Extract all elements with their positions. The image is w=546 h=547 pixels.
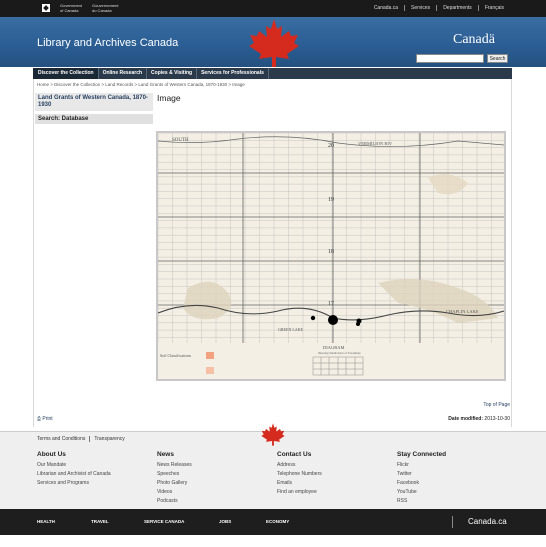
- bottom-link-service-canada[interactable]: SERVICE CANADA: [144, 519, 184, 524]
- breadcrumb[interactable]: Home > Discover the Collection > Land Re…: [37, 82, 245, 87]
- link-canada-ca[interactable]: Canada.ca: [368, 5, 404, 11]
- sidebar-search-database[interactable]: Search: Database: [35, 114, 153, 124]
- sidebar-section-title[interactable]: Land Grants of Western Canada, 1870-1930: [35, 93, 153, 111]
- government-of-canada-en[interactable]: Government of Canada: [60, 3, 82, 13]
- date-modified-value: 2013-10-30: [484, 416, 510, 422]
- bottom-link-health[interactable]: HEALTH: [37, 519, 55, 524]
- footer-link[interactable]: Telephone Numbers: [277, 470, 322, 479]
- footer-link[interactable]: Librarian and Archivist of Canada: [37, 470, 111, 479]
- township-label-18: 18: [328, 249, 334, 255]
- main-menu: Discover the Collection Online Research …: [33, 68, 512, 79]
- footer-link[interactable]: Videos: [157, 488, 192, 497]
- diagram-title: DIAGRAM: [323, 345, 345, 350]
- footer-link[interactable]: Facebook: [397, 479, 446, 488]
- footer-link[interactable]: Twitter: [397, 470, 446, 479]
- bottom-link-jobs[interactable]: JOBS: [219, 519, 231, 524]
- footer-link[interactable]: RSS: [397, 497, 446, 506]
- link-departments[interactable]: Departments: [436, 5, 478, 11]
- federal-identity-bar: Government of Canada Gouvernement du Can…: [0, 0, 546, 17]
- footer-link[interactable]: Speeches: [157, 470, 192, 479]
- site-title[interactable]: Library and Archives Canada: [37, 37, 178, 49]
- land-grant-map-image[interactable]: SOUTH VERMILION RIV 20 19 18 17 CHAPLIN …: [156, 131, 506, 381]
- menu-online-research[interactable]: Online Research: [99, 68, 148, 79]
- maple-leaf-icon: [249, 19, 299, 67]
- map-label-green-lake: GREEN LAKE: [278, 327, 304, 332]
- bottom-link-economy[interactable]: ECONOMY: [266, 519, 289, 524]
- canada-wordmark: Canadä: [453, 32, 495, 47]
- date-modified: Date modified: 2013-10-30: [448, 416, 510, 422]
- footer-stay-connected: Stay Connected Flickr Twitter Facebook Y…: [397, 451, 447, 506]
- footer-link[interactable]: Our Mandate: [37, 461, 111, 470]
- footer-link[interactable]: Services and Programs: [37, 479, 111, 488]
- footer-link[interactable]: Photo Gallery: [157, 479, 192, 488]
- bottom-link-travel[interactable]: TRAVEL: [91, 519, 109, 524]
- link-francais[interactable]: Français: [477, 5, 510, 11]
- soil-legend-label: Soil Classifications: [160, 353, 191, 358]
- footer-news: News News Releases Speeches Photo Galler…: [157, 451, 192, 506]
- footer-contact: Contact Us Address Telephone Numbers Ema…: [277, 451, 322, 497]
- footer-link[interactable]: Flickr: [397, 461, 446, 470]
- menu-discover-collection[interactable]: Discover the Collection: [33, 68, 99, 79]
- canada-flag-icon: [38, 4, 54, 12]
- menu-services-professionals[interactable]: Services for Professionals: [197, 68, 269, 79]
- township-label-17: 17: [328, 301, 334, 307]
- link-services[interactable]: Services: [404, 5, 436, 11]
- link-transparency[interactable]: Transparency: [89, 436, 129, 442]
- footer-about: About Us Our Mandate Librarian and Archi…: [37, 451, 111, 488]
- menu-copies-visiting[interactable]: Copies & Visiting: [147, 68, 198, 79]
- footer-link[interactable]: Find an employee: [277, 488, 322, 497]
- site-footer: Terms and Conditions Transparency About U…: [0, 423, 546, 509]
- footer-link[interactable]: News Releases: [157, 461, 192, 470]
- township-label-19: 19: [328, 197, 334, 203]
- map-label-chaplin: CHAPLIN LAKE: [446, 309, 479, 314]
- search-button[interactable]: Search: [487, 54, 508, 63]
- footer-link[interactable]: Podcasts: [157, 497, 192, 506]
- page-title: Image: [157, 93, 181, 103]
- footer-terms-links: Terms and Conditions Transparency: [37, 436, 129, 442]
- search-input[interactable]: [416, 54, 484, 63]
- top-links: Canada.ca Services Departments Français: [368, 5, 510, 11]
- diagram-subtitle: Shewing Subdivision of Townships: [318, 351, 361, 355]
- map-label-south: SOUTH: [172, 138, 189, 143]
- map-label-vermilion: VERMILION RIV: [358, 141, 393, 146]
- map-drawing: SOUTH VERMILION RIV 20 19 18 17 CHAPLIN …: [158, 133, 504, 379]
- top-of-page-link[interactable]: Top of Page: [483, 402, 510, 408]
- site-banner: Library and Archives Canada Canadä Searc…: [0, 17, 546, 67]
- bottom-divider: [452, 516, 453, 528]
- canada-ca-link[interactable]: Canada.ca: [468, 517, 507, 526]
- footer-maple-leaf-icon: [261, 423, 285, 446]
- footer-link[interactable]: YouTube: [397, 488, 446, 497]
- link-terms[interactable]: Terms and Conditions: [37, 436, 89, 442]
- footer-link[interactable]: Emails: [277, 479, 322, 488]
- bottom-bar: HEALTH TRAVEL SERVICE CANADA JOBS ECONOM…: [0, 509, 546, 535]
- print-link[interactable]: ⎙ Print: [37, 416, 53, 422]
- government-of-canada-fr[interactable]: Gouvernement du Canada: [92, 3, 118, 13]
- township-label-20: 20: [328, 143, 334, 149]
- secondary-menu: Land Grants of Western Canada, 1870-1930…: [35, 93, 153, 124]
- footer-link[interactable]: Address: [277, 461, 322, 470]
